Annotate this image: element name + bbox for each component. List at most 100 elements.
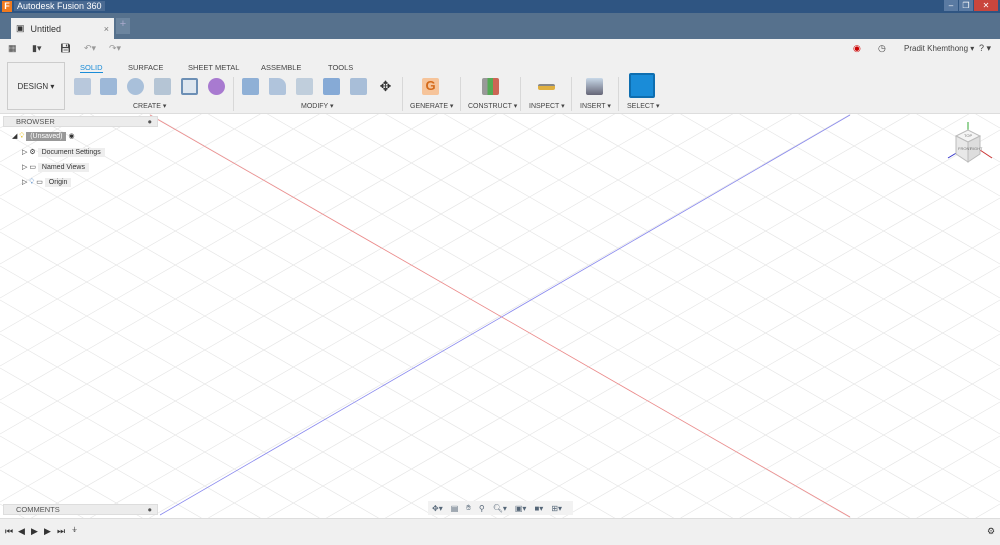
visibility-bulb-icon[interactable]: 💡︎ [29,179,34,186]
insert-menu[interactable]: INSERT ▾ [580,102,611,110]
browser-item-named-views[interactable]: ▷ ▭ Named Views [22,163,89,172]
gear-icon: ⚙ [29,149,36,156]
grid-line [0,367,261,518]
root-component[interactable]: (Unsaved) [26,132,67,141]
grid-line [385,163,1000,518]
grid-line [503,231,1000,518]
combine-icon[interactable] [323,78,340,95]
go-to-start-icon[interactable]: ⏮ [5,526,13,537]
grid-line [444,114,1000,435]
item-label: Document Settings [37,148,105,157]
record-icon[interactable]: ◉ [853,43,861,54]
cube-top-label[interactable]: TOP [964,133,972,138]
viewports-icon[interactable]: ⊞▾ [551,504,562,513]
comments-panel-header[interactable]: COMMENTS ● [3,504,158,515]
close-tab-icon[interactable]: × [104,24,109,34]
tab-surface[interactable]: SURFACE [128,63,163,72]
tab-solid[interactable]: SOLID [80,63,103,73]
zoom-icon[interactable]: ⚲ [479,504,485,513]
item-label: Named Views [37,163,89,172]
grid-line [0,163,615,518]
minimize-button[interactable]: – [944,0,958,11]
offset-plane-icon[interactable] [482,78,499,95]
create-menu[interactable]: CREATE ▾ [133,102,166,110]
select-menu[interactable]: SELECT ▾ [627,102,660,110]
look-at-icon[interactable]: ▤ [451,504,459,513]
browser-root[interactable]: ◢ 💡︎ (Unsaved) ◉ [12,132,75,141]
generative-design-icon[interactable]: G [422,78,439,95]
grid-line [503,114,1000,401]
hole-icon[interactable] [154,78,171,95]
inspect-menu[interactable]: INSPECT ▾ [529,102,565,110]
grid-line [975,503,1000,518]
construct-menu[interactable]: CONSTRUCT ▾ [468,102,517,110]
grid-settings-icon[interactable]: ■▾ [534,504,543,513]
browser-title: BROWSER [16,117,55,126]
grid-line [0,299,379,518]
undo-icon[interactable]: ↶▾ [84,43,96,54]
step-back-icon[interactable]: ◀ [18,526,25,537]
toolbar-ribbon: DESIGN ▾ SOLID SURFACE SHEET METAL ASSEM… [0,57,1000,114]
history-clock-icon[interactable]: ◷ [878,43,886,54]
grid-line [798,401,1000,518]
shell-icon[interactable] [296,78,313,95]
zoom-window-icon[interactable]: 🔍︎▾ [493,504,507,513]
view-cube[interactable]: TOP FRONT RIGHT [944,118,996,168]
grid-line [739,367,1000,518]
save-icon[interactable]: 💾︎ [60,43,71,54]
split-body-icon[interactable] [350,78,367,95]
insert-image-icon[interactable] [586,78,603,95]
timeline-marker[interactable]: ⍖ [71,522,78,537]
grid-line [857,435,1000,518]
user-menu[interactable]: Pradit Khemthong ▾ [904,44,974,53]
workspace-switcher[interactable]: DESIGN ▾ [7,62,65,110]
tab-assemble[interactable]: ASSEMBLE [261,63,301,72]
tab-untitled[interactable]: ▣ Untitled × [11,18,114,39]
timeline-settings-gear-icon[interactable]: ⚙ [987,526,995,537]
app-title: Autodesk Fusion 360 [14,1,105,11]
close-button[interactable]: ✕ [974,0,998,11]
cube-right-label[interactable]: RIGHT [970,146,983,151]
pin-icon[interactable]: ● [147,505,152,514]
orbit-icon[interactable]: ✥▾ [432,504,443,513]
measure-icon[interactable] [538,84,555,90]
new-tab-button[interactable]: + [116,18,130,34]
pin-icon[interactable]: ● [147,117,152,126]
browser-panel-header[interactable]: BROWSER ● [3,116,158,127]
grid-line [0,114,556,435]
help-icon[interactable]: ? ▾ [979,43,991,54]
tab-sheet-metal[interactable]: SHEET METAL [188,63,239,72]
activate-icon[interactable]: ◉ [68,133,74,140]
grid-line [0,114,379,333]
pan-hand-icon[interactable]: ✋︎ [466,503,471,513]
select-icon[interactable] [629,73,655,98]
file-menu-icon[interactable]: ▮▾ [32,43,41,54]
go-to-end-icon[interactable]: ⏭ [57,526,65,537]
pattern-icon[interactable] [181,78,198,95]
grid-line [562,114,1000,367]
tab-tools[interactable]: TOOLS [328,63,353,72]
move-icon[interactable]: ✥ [377,78,394,95]
maximize-button[interactable]: ❐ [959,0,973,11]
grid-line [0,114,615,469]
press-pull-icon[interactable] [242,78,259,95]
grid-line [444,197,1000,518]
grid-line [680,333,1000,518]
form-icon[interactable] [208,78,225,95]
display-settings-icon[interactable]: ▣▾ [515,504,527,513]
viewport-grid[interactable] [0,114,1000,518]
modify-menu[interactable]: MODIFY ▾ [301,102,334,110]
play-icon[interactable]: ▶ [31,526,38,537]
create-sketch-icon[interactable] [74,78,91,95]
visibility-bulb-icon[interactable]: 💡︎ [19,133,24,140]
fillet-icon[interactable] [269,78,286,95]
redo-icon[interactable]: ↷▾ [109,43,121,54]
generate-menu[interactable]: GENERATE ▾ [410,102,453,110]
browser-item-document-settings[interactable]: ▷ ⚙ Document Settings [22,148,105,157]
step-forward-icon[interactable]: ▶ [44,526,51,537]
revolve-icon[interactable] [127,78,144,95]
extrude-icon[interactable] [100,78,117,95]
x-axis-line [149,114,851,518]
apps-grid-icon[interactable]: ▦ [8,43,17,54]
browser-item-origin[interactable]: ▷ 💡︎ ▭ Origin [22,178,72,187]
